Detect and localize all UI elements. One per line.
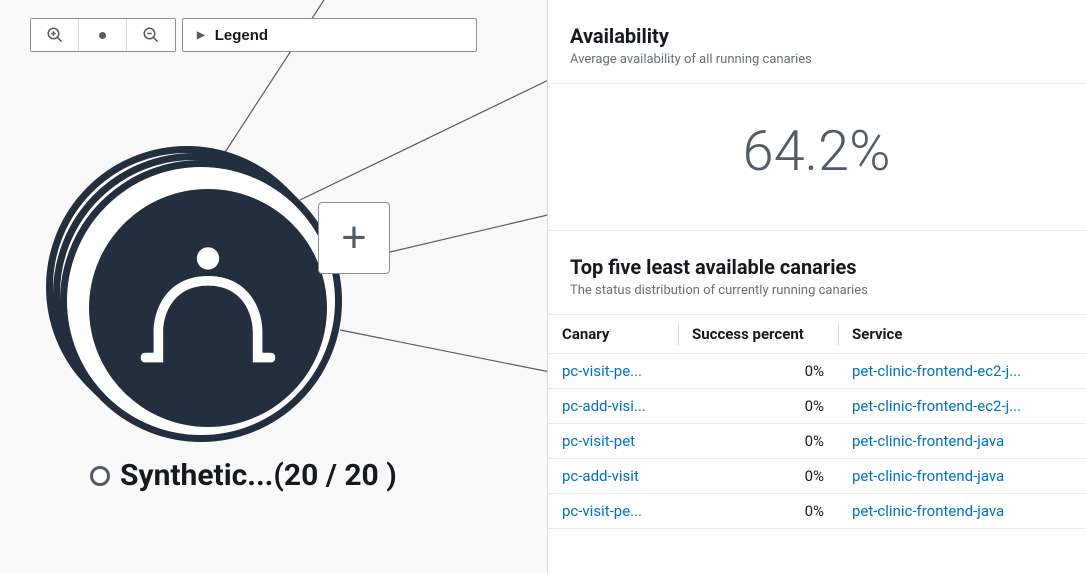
service-link[interactable]: pet-clinic-frontend-ec2-j...	[852, 397, 1021, 415]
legend-label: Legend	[215, 27, 268, 44]
dot-icon	[99, 32, 106, 39]
table-row: pc-visit-pe... 0% pet-clinic-frontend-java	[548, 494, 1085, 529]
availability-value: 64.2%	[548, 83, 1085, 230]
zoom-out-button[interactable]	[127, 19, 175, 51]
service-link[interactable]: pet-clinic-frontend-java	[852, 502, 1004, 520]
node-fill	[89, 189, 327, 427]
col-success[interactable]: Success percent	[678, 315, 838, 354]
least-available-title: Top five least available canaries	[570, 255, 1063, 279]
zoom-out-icon	[142, 26, 160, 44]
zoom-controls	[30, 18, 176, 52]
graph-toolbar: ▶ Legend	[30, 18, 477, 52]
table-row: pc-add-visit 0% pet-clinic-frontend-java	[548, 459, 1085, 494]
success-cell: 0%	[678, 459, 838, 494]
table-row: pc-add-visi... 0% pet-clinic-frontend-ec2-…	[548, 389, 1085, 424]
least-available-desc: The status distribution of currently run…	[570, 283, 1063, 298]
availability-card: Availability Average availability of all…	[548, 0, 1085, 231]
node-ring-main	[60, 160, 342, 442]
zoom-in-button[interactable]	[31, 19, 79, 51]
node-label-text: Synthetic...(20 / 20 )	[120, 458, 397, 493]
canary-link[interactable]: pc-add-visi...	[562, 397, 646, 415]
canary-table: Canary Success percent Service pc-visit-…	[548, 314, 1085, 529]
plus-icon: +	[341, 213, 367, 263]
service-link[interactable]: pet-clinic-frontend-ec2-j...	[852, 362, 1021, 380]
details-panel: Availability Average availability of all…	[548, 0, 1085, 573]
zoom-in-icon	[46, 26, 64, 44]
availability-title: Availability	[570, 24, 1063, 48]
service-link[interactable]: pet-clinic-frontend-java	[852, 432, 1004, 450]
service-link[interactable]: pet-clinic-frontend-java	[852, 467, 1004, 485]
col-service[interactable]: Service	[838, 315, 1085, 354]
expand-node-button[interactable]: +	[318, 202, 390, 274]
node-label: Synthetic...(20 / 20 )	[90, 458, 397, 493]
graph-panel: ▶ Legend + Synthetic...(20 / 20 )	[0, 0, 548, 573]
zoom-reset-button[interactable]	[79, 19, 127, 51]
canary-link[interactable]: pc-visit-pe...	[562, 502, 642, 520]
col-canary[interactable]: Canary	[548, 315, 678, 354]
status-indicator-icon	[90, 466, 110, 486]
canary-icon	[128, 228, 288, 388]
success-cell: 0%	[678, 354, 838, 389]
success-cell: 0%	[678, 389, 838, 424]
table-row: pc-visit-pet 0% pet-clinic-frontend-java	[548, 424, 1085, 459]
caret-right-icon: ▶	[197, 30, 205, 41]
availability-desc: Average availability of all running cana…	[570, 52, 1063, 67]
success-cell: 0%	[678, 494, 838, 529]
least-available-card: Top five least available canaries The st…	[548, 231, 1085, 529]
canary-link[interactable]: pc-visit-pet	[562, 432, 635, 450]
canary-link[interactable]: pc-visit-pe...	[562, 362, 642, 380]
table-row: pc-visit-pe... 0% pet-clinic-frontend-ec2-…	[548, 354, 1085, 389]
canary-link[interactable]: pc-add-visit	[562, 467, 639, 485]
success-cell: 0%	[678, 424, 838, 459]
legend-toggle[interactable]: ▶ Legend	[182, 18, 477, 52]
